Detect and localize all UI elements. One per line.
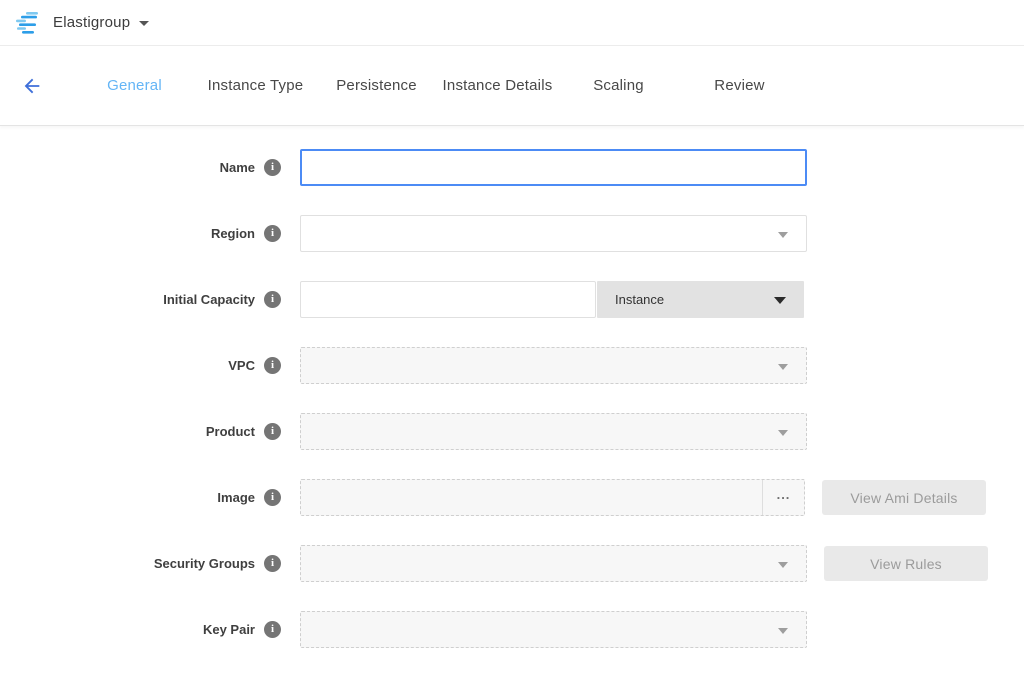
product-label: Product (206, 424, 255, 439)
chevron-down-icon (778, 628, 788, 634)
capacity-unit-select[interactable]: Instance (597, 281, 804, 318)
info-icon[interactable]: i (264, 489, 281, 506)
image-selected-value (301, 480, 762, 515)
vpc-label: VPC (228, 358, 255, 373)
back-button[interactable] (20, 74, 44, 98)
info-icon[interactable]: i (264, 357, 281, 374)
elastigroup-logo-icon (14, 10, 44, 36)
initial-capacity-input[interactable] (300, 281, 596, 318)
chevron-down-icon (774, 297, 786, 304)
form-row-security-groups: Security Groups i View Rules (0, 545, 1024, 582)
tab-review[interactable]: Review (679, 77, 800, 94)
app-switcher-label[interactable]: Elastigroup (53, 14, 130, 31)
capacity-unit-selected-value: Instance (615, 292, 664, 307)
chevron-down-icon (778, 430, 788, 436)
general-settings-form: Name i Region i Initial Capacity i Inst (0, 126, 1024, 648)
tab-instance-details[interactable]: Instance Details (437, 77, 558, 94)
region-label: Region (211, 226, 255, 241)
tab-instance-type[interactable]: Instance Type (195, 77, 316, 94)
name-input[interactable] (300, 149, 807, 186)
chevron-down-icon (778, 232, 788, 238)
form-row-image: Image i ... View Ami Details (0, 479, 1024, 516)
info-icon[interactable]: i (264, 291, 281, 308)
form-row-vpc: VPC i (0, 347, 1024, 384)
chevron-down-icon (778, 562, 788, 568)
security-groups-select (300, 545, 807, 582)
key-pair-select (300, 611, 807, 648)
arrow-left-icon (21, 75, 43, 97)
region-select[interactable] (300, 215, 807, 252)
view-ami-details-button[interactable]: View Ami Details (822, 480, 986, 515)
image-field: ... (300, 479, 805, 516)
tab-general[interactable]: General (74, 77, 195, 94)
info-icon[interactable]: i (264, 555, 281, 572)
chevron-down-icon (778, 364, 788, 370)
chevron-down-icon[interactable] (139, 21, 149, 26)
key-pair-label: Key Pair (203, 622, 255, 637)
info-icon[interactable]: i (264, 159, 281, 176)
initial-capacity-label: Initial Capacity (163, 292, 255, 307)
form-row-initial-capacity: Initial Capacity i Instance (0, 281, 1024, 318)
image-label: Image (217, 490, 255, 505)
tab-persistence[interactable]: Persistence (316, 77, 437, 94)
vpc-select (300, 347, 807, 384)
form-row-name: Name i (0, 149, 1024, 186)
info-icon[interactable]: i (264, 621, 281, 638)
form-row-product: Product i (0, 413, 1024, 450)
info-icon[interactable]: i (264, 423, 281, 440)
image-browse-button[interactable]: ... (762, 480, 804, 515)
name-label: Name (220, 160, 255, 175)
wizard-tabbar: General Instance Type Persistence Instan… (0, 46, 1024, 126)
view-rules-button[interactable]: View Rules (824, 546, 988, 581)
info-icon[interactable]: i (264, 225, 281, 242)
security-groups-label: Security Groups (154, 556, 255, 571)
tab-scaling[interactable]: Scaling (558, 77, 679, 94)
product-select (300, 413, 807, 450)
wizard-tabs: General Instance Type Persistence Instan… (74, 77, 800, 94)
form-row-region: Region i (0, 215, 1024, 252)
form-row-key-pair: Key Pair i (0, 611, 1024, 648)
topbar: Elastigroup (0, 0, 1024, 46)
